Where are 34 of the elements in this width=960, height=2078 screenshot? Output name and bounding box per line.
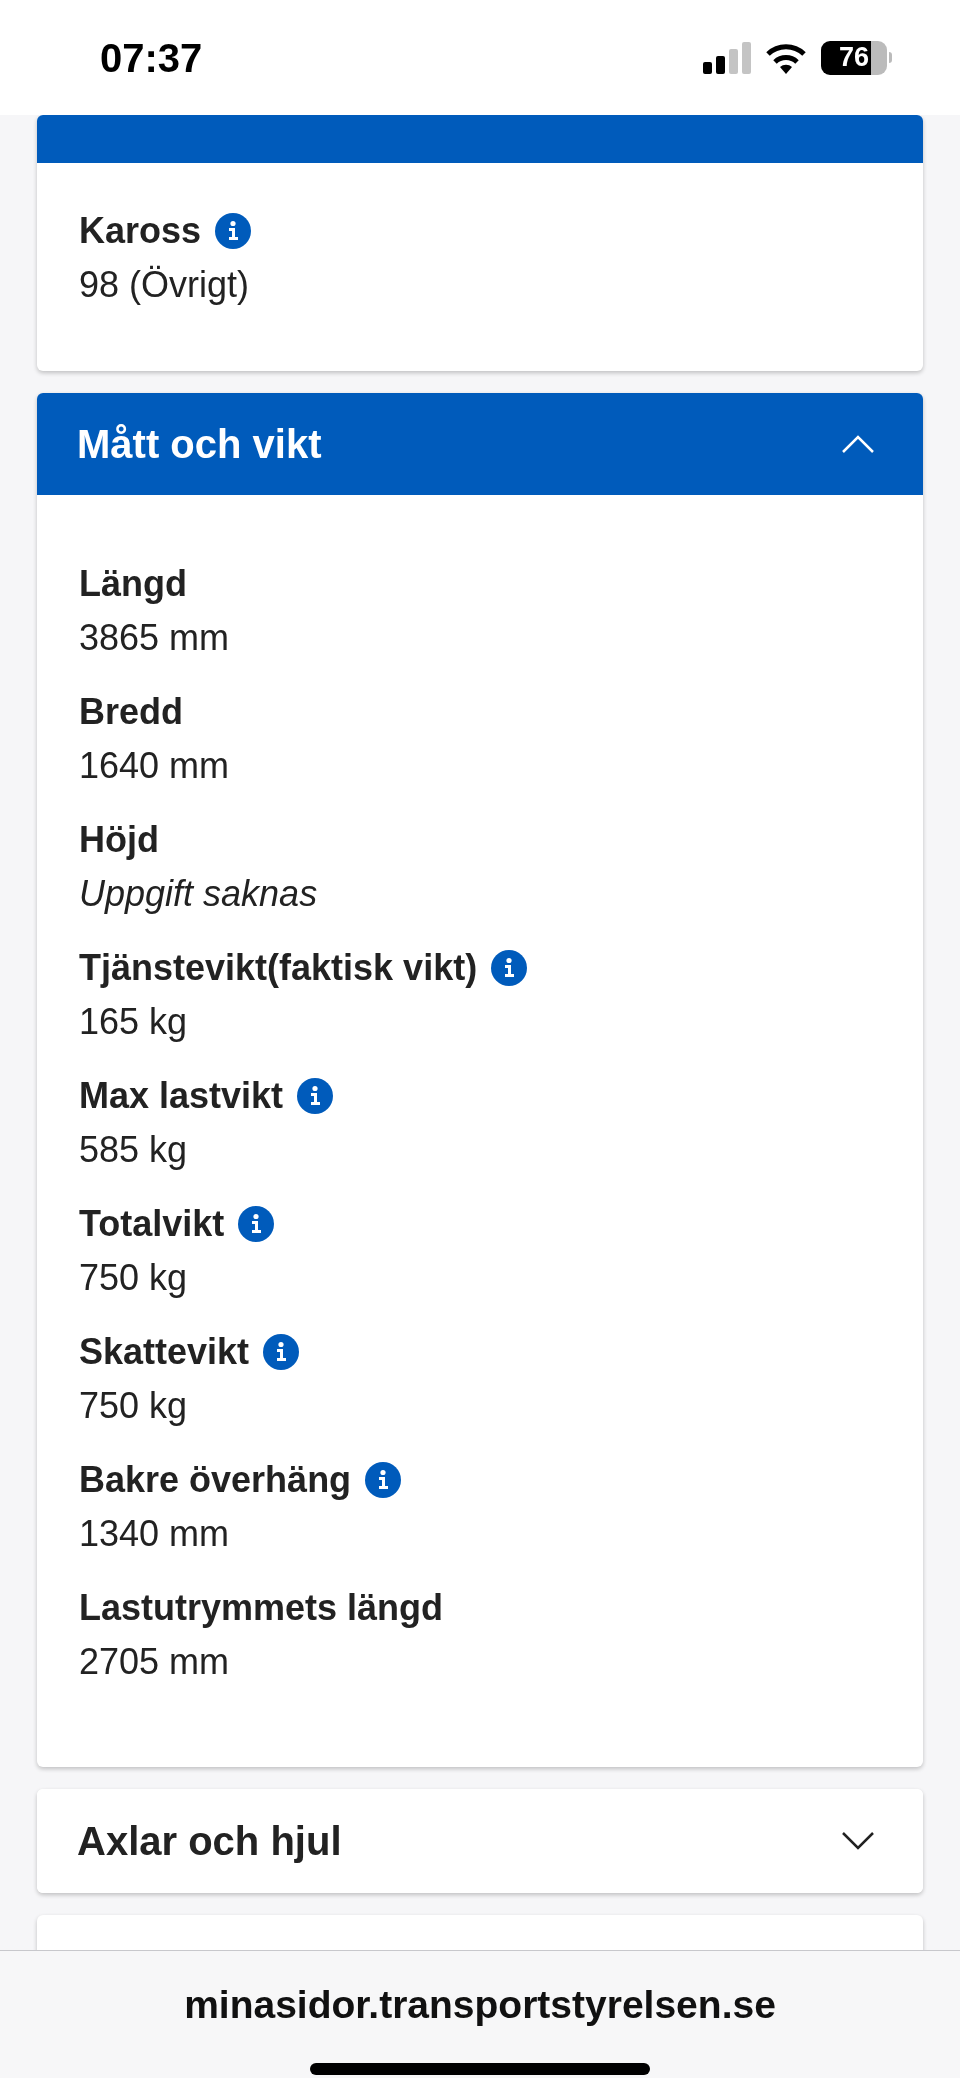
info-icon[interactable] bbox=[491, 950, 528, 986]
info-icon[interactable] bbox=[263, 1334, 300, 1370]
field-label: Bakre överhäng bbox=[79, 1460, 352, 1500]
info-icon[interactable] bbox=[297, 1078, 334, 1114]
info-icon[interactable] bbox=[238, 1206, 275, 1242]
section-header[interactable]: Mått och vikt bbox=[37, 393, 923, 495]
clock-time: 07:37 bbox=[100, 34, 203, 82]
field-value: 165 kg bbox=[79, 1002, 189, 1042]
field-value: 2705 mm bbox=[79, 1642, 231, 1682]
info-icon[interactable] bbox=[215, 213, 252, 249]
section-header[interactable]: Axlar och hjul bbox=[37, 1789, 923, 1893]
field-label: Max lastvikt bbox=[79, 1076, 284, 1116]
field-label: Totalvikt bbox=[79, 1204, 225, 1244]
field-value: 750 kg bbox=[79, 1258, 189, 1298]
field-value: 1640 mm bbox=[79, 746, 231, 786]
info-icon[interactable] bbox=[365, 1462, 402, 1498]
field-label: Skattevikt bbox=[79, 1332, 250, 1372]
field-value: 750 kg bbox=[79, 1386, 189, 1426]
field-label: Längd bbox=[79, 564, 187, 604]
field-value: 585 kg bbox=[79, 1130, 189, 1170]
field-label: Lastutrymmets längd bbox=[79, 1588, 444, 1628]
field-value: 3865 mm bbox=[79, 618, 231, 658]
section-title: Mått och vikt bbox=[77, 421, 322, 468]
field-label: Bredd bbox=[79, 692, 183, 732]
section-title: Axlar och hjul bbox=[77, 1818, 342, 1865]
field-value: Uppgift saknas bbox=[79, 874, 319, 914]
field-value: 98 (Övrigt) bbox=[79, 265, 251, 305]
field-label: Tjänstevikt(faktisk vikt) bbox=[79, 948, 478, 988]
cellular-signal-icon bbox=[703, 41, 751, 74]
url-text[interactable]: minasidor.transportstyrelsen.se bbox=[184, 1976, 776, 2035]
field-label: Kaross bbox=[79, 211, 202, 251]
field-label: Höjd bbox=[79, 820, 159, 860]
field-value: 1340 mm bbox=[79, 1514, 231, 1554]
wifi-icon bbox=[765, 41, 807, 74]
